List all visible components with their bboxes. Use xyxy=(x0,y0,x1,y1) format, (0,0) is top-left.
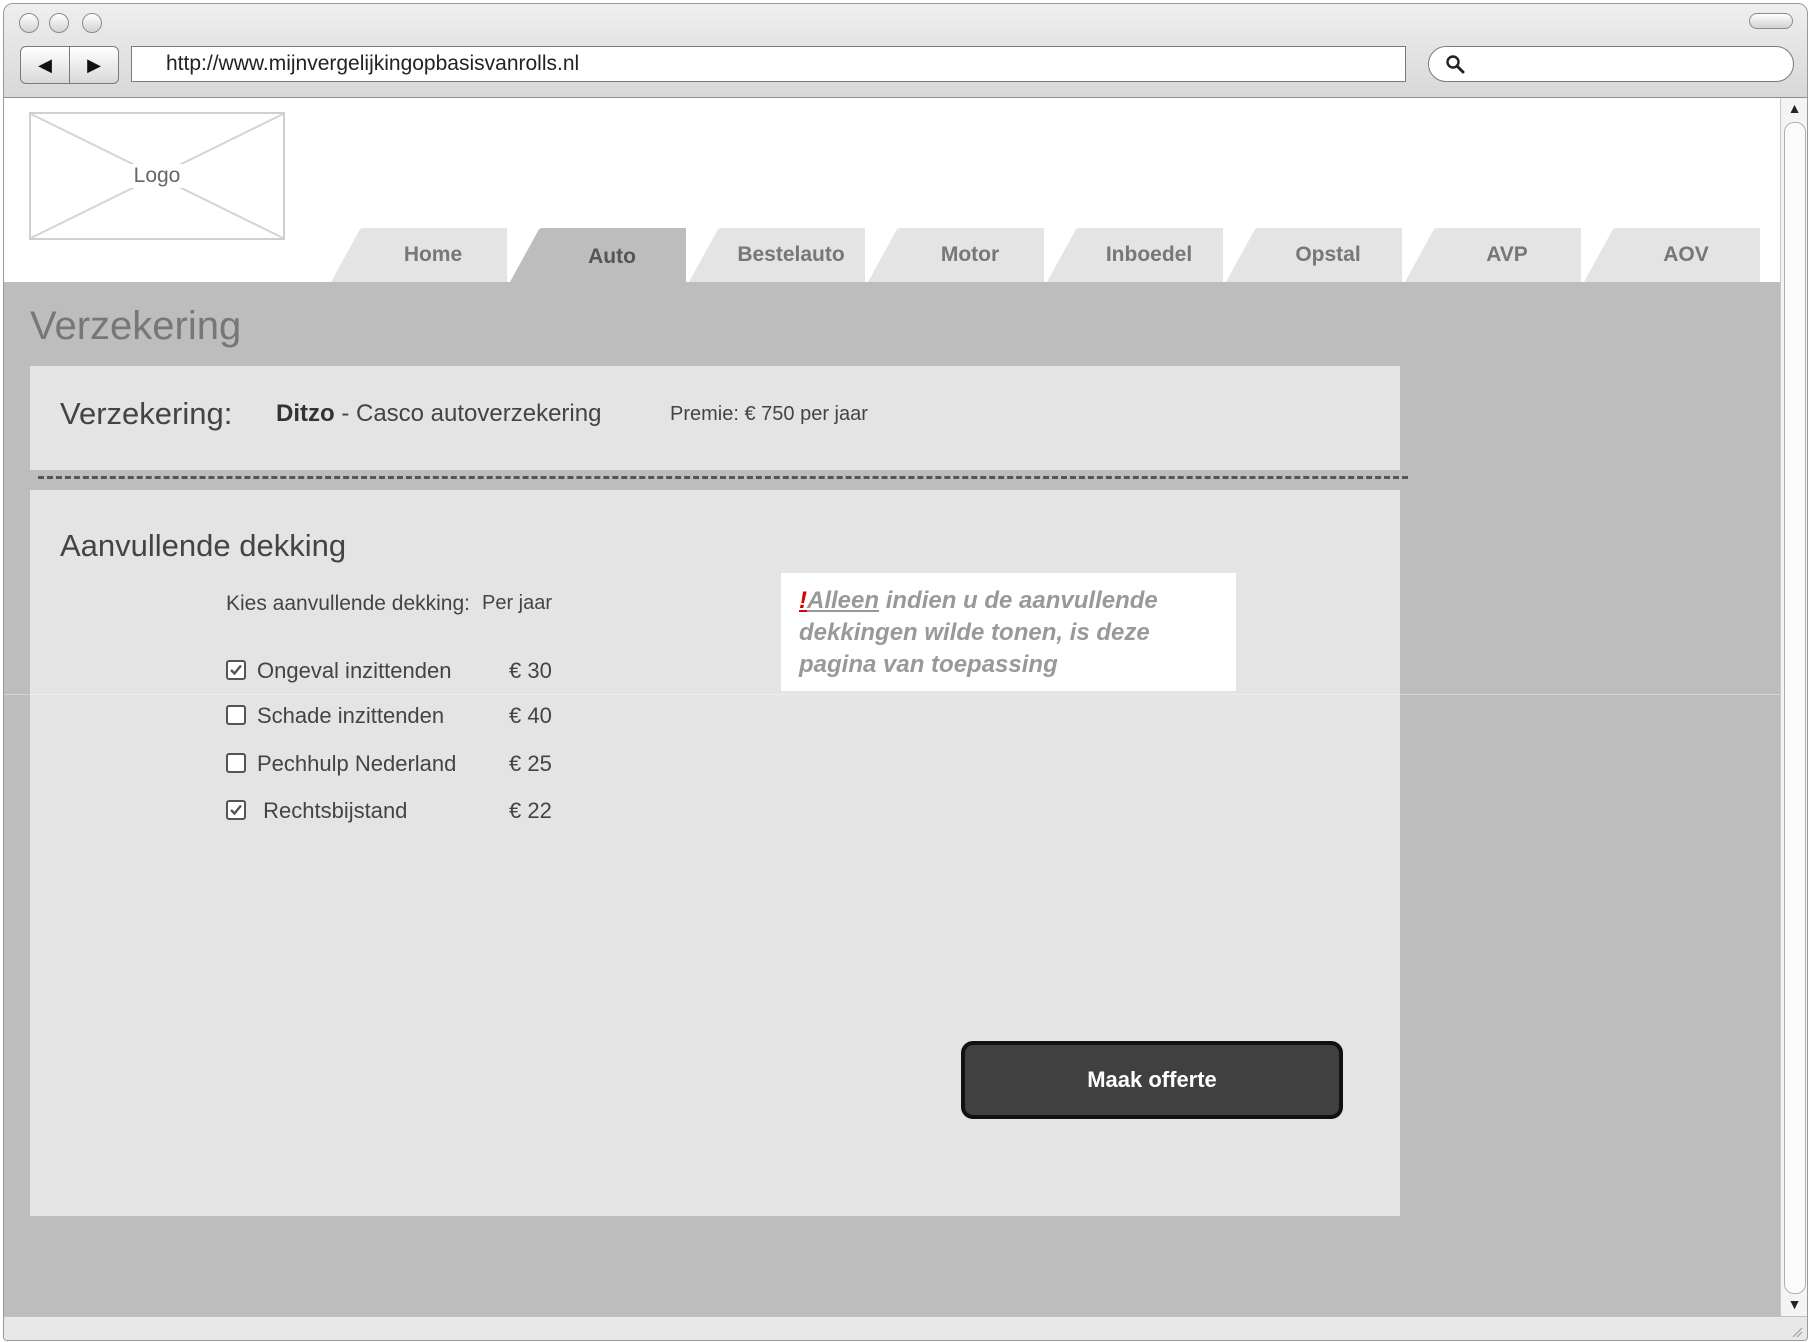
insurance-product: Ditzo - Casco autoverzekering xyxy=(276,400,601,428)
tab-inboedel[interactable]: Inboedel xyxy=(1047,228,1225,282)
tab-avp[interactable]: AVP xyxy=(1405,228,1583,282)
insurer-name: Ditzo xyxy=(276,400,335,427)
browser-toolbar: ◀ ▶ http://www.mijnvergelijkingopbasisva… xyxy=(4,4,1807,98)
tab-auto[interactable]: Auto xyxy=(510,228,688,282)
tab-motor[interactable]: Motor xyxy=(868,228,1046,282)
tab-label: AVP xyxy=(1486,243,1528,266)
option-label: Rechtsbijstand xyxy=(257,798,408,823)
note-emphasis: Alleen xyxy=(807,587,880,614)
scrollbar-track[interactable] xyxy=(1784,122,1806,1294)
back-button[interactable]: ◀ xyxy=(21,47,69,83)
coverage-checkbox-pechhulp[interactable] xyxy=(226,753,246,773)
option-label: Pechhulp Nederland xyxy=(257,751,457,776)
tab-label: Auto xyxy=(588,245,636,268)
per-year-label: Per jaar xyxy=(482,592,553,614)
section-divider xyxy=(38,476,1408,479)
tab-label: AOV xyxy=(1663,243,1709,266)
forward-button[interactable]: ▶ xyxy=(69,47,118,83)
check-icon xyxy=(230,664,242,676)
option-price: € 40 xyxy=(509,703,552,728)
history-navigation: ◀ ▶ xyxy=(20,46,119,84)
zoom-window-button[interactable] xyxy=(82,13,102,33)
address-bar[interactable]: http://www.mijnvergelijkingopbasisvanrol… xyxy=(131,46,1406,82)
coverage-checkbox-schade[interactable] xyxy=(226,705,246,725)
forward-arrow-icon: ▶ xyxy=(87,54,101,75)
logo-placeholder: Logo xyxy=(29,112,285,240)
option-price: € 25 xyxy=(509,751,552,776)
scroll-up-icon[interactable]: ▲ xyxy=(1781,100,1807,116)
main-tabs: Home Auto Bestelauto Motor Inboedel Opst… xyxy=(4,228,1780,282)
tab-label: Bestelauto xyxy=(737,243,845,266)
coverage-checkbox-ongeval[interactable] xyxy=(226,660,246,680)
choose-coverage-label: Kies aanvullende dekking: xyxy=(226,592,471,615)
coverage-checkbox-rechtsbijstand[interactable] xyxy=(226,800,246,820)
insurance-summary-panel: Verzekering: Ditzo - Casco autoverzekeri… xyxy=(30,366,1400,470)
tab-label: Motor xyxy=(940,243,1000,266)
search-input[interactable] xyxy=(1428,46,1794,82)
divider-line xyxy=(4,694,1780,695)
annotation-note: !Alleen indien u de aanvullende dekkinge… xyxy=(781,573,1236,691)
page-title: Verzekering xyxy=(30,304,242,348)
resize-grip-icon[interactable] xyxy=(1789,1324,1803,1338)
tab-home[interactable]: Home xyxy=(331,228,509,282)
site-header: Logo Home Auto Bestelauto Motor Inboedel xyxy=(4,98,1780,282)
tab-label: Opstal xyxy=(1295,243,1361,266)
coverage-heading: Aanvullende dekking xyxy=(60,528,347,563)
option-price: € 30 xyxy=(509,658,552,683)
back-arrow-icon: ◀ xyxy=(38,54,52,75)
minimize-window-button[interactable] xyxy=(49,13,69,33)
search-icon xyxy=(1446,55,1465,74)
scroll-down-icon[interactable]: ▼ xyxy=(1781,1296,1807,1312)
tab-aov[interactable]: AOV xyxy=(1584,228,1762,282)
option-label: Ongeval inzittenden xyxy=(257,658,452,683)
premium-text: Premie: € 750 per jaar xyxy=(670,403,868,425)
vertical-scrollbar[interactable]: ▲ ▼ xyxy=(1780,98,1807,1316)
close-window-button[interactable] xyxy=(19,13,39,33)
insurance-label: Verzekering: xyxy=(60,396,233,431)
tab-opstal[interactable]: Opstal xyxy=(1226,228,1404,282)
check-icon xyxy=(230,804,242,816)
make-quote-button[interactable]: Maak offerte xyxy=(961,1041,1343,1119)
logo-label: Logo xyxy=(127,164,187,188)
warning-mark: ! xyxy=(799,587,807,614)
option-price: € 22 xyxy=(509,798,552,823)
browser-window: ◀ ▶ http://www.mijnvergelijkingopbasisva… xyxy=(3,3,1808,1341)
tab-label: Inboedel xyxy=(1105,243,1193,266)
toolbar-toggle-button[interactable] xyxy=(1749,13,1793,29)
tab-label: Home xyxy=(403,243,463,266)
status-bar xyxy=(4,1316,1807,1340)
option-label: Schade inzittenden xyxy=(257,703,445,728)
product-name: - Casco autoverzekering xyxy=(334,400,602,427)
tab-bestelauto[interactable]: Bestelauto xyxy=(689,228,867,282)
